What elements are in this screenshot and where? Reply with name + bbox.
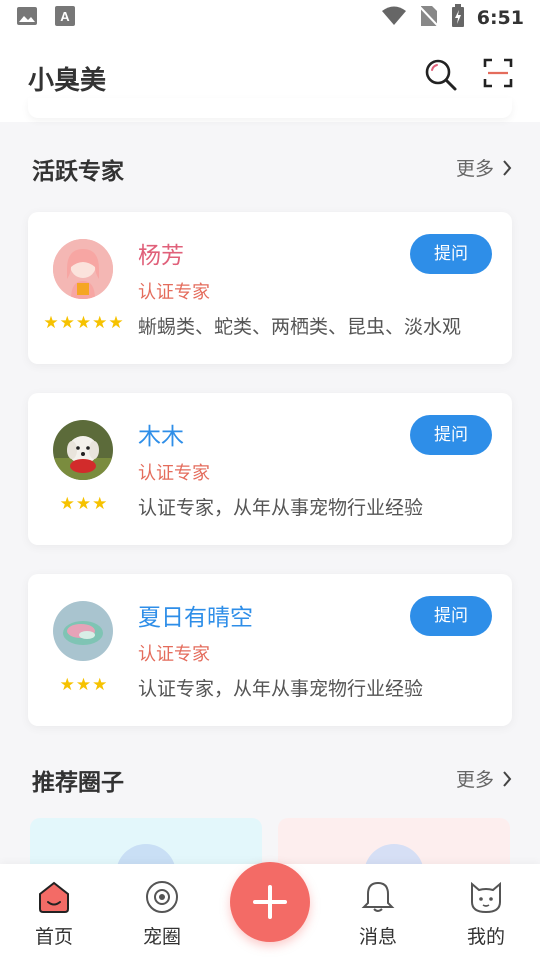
status-bar: A 6:51 <box>0 0 540 36</box>
text-icon: A <box>54 5 76 31</box>
circles-section-header: 推荐圈子 更多 <box>32 763 512 799</box>
expert-card[interactable]: ★★★★★ 杨芳 认证专家 蜥蜴类、蛇类、两栖类、昆虫、淡水观 提问 <box>28 212 512 364</box>
expert-card[interactable]: ★★★ 夏日有晴空 认证专家 认证专家，从年从事宠物行业经验 提问 <box>28 574 512 726</box>
expert-name: 夏日有晴空 <box>138 605 253 631</box>
avatar <box>53 239 113 299</box>
expert-name: 木木 <box>138 424 184 450</box>
tab-label: 宠圈 <box>142 926 181 948</box>
chevron-right-icon <box>503 159 512 176</box>
star-rating: ★★★★★ <box>43 313 125 333</box>
tab-label: 首页 <box>34 926 73 948</box>
home-icon <box>39 881 69 913</box>
expert-card[interactable]: ★★★ 木木 认证专家 认证专家，从年从事宠物行业经验 提问 <box>28 393 512 545</box>
expert-role: 认证专家 <box>138 644 210 665</box>
bell-icon <box>361 881 395 912</box>
cat-face-icon <box>471 881 501 914</box>
section-title: 推荐圈子 <box>32 770 124 796</box>
banner-card-edge <box>28 98 512 118</box>
plus-icon <box>253 885 287 919</box>
expert-description: 认证专家，从年从事宠物行业经验 <box>138 678 424 700</box>
expert-role: 认证专家 <box>138 463 210 484</box>
svg-text:A: A <box>60 9 70 24</box>
expert-description: 认证专家，从年从事宠物行业经验 <box>138 497 424 519</box>
search-icon[interactable] <box>424 58 458 96</box>
expert-description: 蜥蜴类、蛇类、两栖类、昆虫、淡水观 <box>138 316 462 338</box>
pet-circle-icon <box>146 881 178 913</box>
tab-home[interactable]: 首页 <box>22 880 86 949</box>
expert-role: 认证专家 <box>138 282 210 303</box>
section-title: 活跃专家 <box>32 159 124 185</box>
wifi-icon <box>381 6 407 30</box>
tab-messages[interactable]: 消息 <box>346 880 410 949</box>
star-rating: ★★★ <box>59 675 109 695</box>
no-sim-icon <box>419 5 439 31</box>
more-label: 更多 <box>455 158 494 180</box>
avatar <box>53 601 113 661</box>
app-title: 小臭美 <box>28 66 107 96</box>
gallery-icon <box>16 5 38 31</box>
ask-button[interactable]: 提问 <box>410 415 492 455</box>
star-rating: ★★★ <box>59 494 109 514</box>
avatar <box>53 420 113 480</box>
clock: 6:51 <box>476 7 524 29</box>
circles-more-link[interactable]: 更多 <box>456 765 512 792</box>
tab-label: 消息 <box>358 926 397 948</box>
battery-charging-icon <box>451 4 465 32</box>
chevron-right-icon <box>503 770 512 787</box>
tab-profile[interactable]: 我的 <box>454 880 518 949</box>
ask-button[interactable]: 提问 <box>410 596 492 636</box>
scan-icon[interactable] <box>483 58 513 92</box>
tab-pet-circle[interactable]: 宠圈 <box>130 880 194 949</box>
ask-button[interactable]: 提问 <box>410 234 492 274</box>
expert-name: 杨芳 <box>138 243 184 269</box>
add-post-button[interactable] <box>230 862 310 942</box>
more-label: 更多 <box>455 769 494 791</box>
tab-label: 我的 <box>466 926 505 948</box>
experts-section-header: 活跃专家 更多 <box>32 152 512 188</box>
experts-more-link[interactable]: 更多 <box>456 154 512 181</box>
